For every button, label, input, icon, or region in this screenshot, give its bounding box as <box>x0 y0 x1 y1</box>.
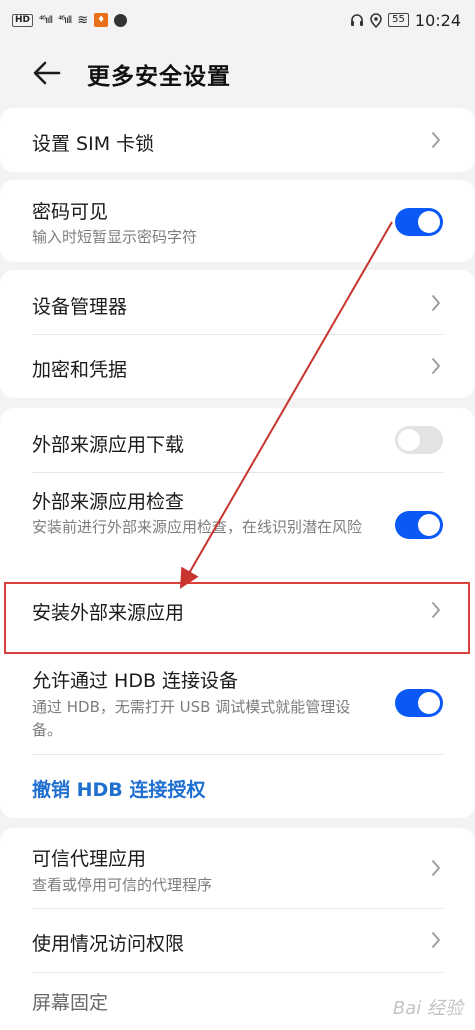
wifi-icon: ≋ <box>77 12 89 28</box>
signal-icon-2: ⁴⁶ııll <box>58 14 72 26</box>
external-check-label: 外部来源应用检查 <box>32 491 185 513</box>
encryption-row[interactable]: 加密和凭据 <box>32 334 475 398</box>
status-right: 55 10:24 <box>350 11 461 30</box>
headset-icon <box>351 14 364 26</box>
page-title: 更多安全设置 <box>87 64 231 90</box>
back-arrow-icon[interactable] <box>32 58 62 88</box>
password-visible-subtitle: 输入时短暂显示密码字符 <box>32 228 198 246</box>
external-download-label: 外部来源应用下载 <box>32 434 185 456</box>
external-check-subtitle: 安装前进行外部来源应用检查，在线识别潜在风险 <box>32 518 363 536</box>
chevron-right-icon <box>432 932 440 948</box>
divider <box>32 754 443 755</box>
hdb-label: 允许通过 HDB 连接设备 <box>32 670 239 692</box>
notification-icon: ♦ <box>94 13 109 27</box>
hdb-toggle[interactable] <box>395 689 443 717</box>
toggle-knob <box>398 429 420 451</box>
usage-access-label: 使用情况访问权限 <box>32 933 185 955</box>
usage-access-row[interactable]: 使用情况访问权限 <box>32 908 475 972</box>
trusted-agents-label: 可信代理应用 <box>32 848 147 870</box>
device-admin-label: 设备管理器 <box>32 296 128 318</box>
status-bar: HD ⁴⁶ııll ⁴⁶ııll ≋ ♦ 55 10:24 <box>0 0 475 40</box>
external-check-row[interactable]: 外部来源应用检查 安装前进行外部来源应用检查，在线识别潜在风险 <box>32 472 475 582</box>
card-sim: 设置 SIM 卡锁 <box>0 108 475 172</box>
trusted-agents-row[interactable]: 可信代理应用 查看或停用可信的代理程序 <box>32 828 475 908</box>
toggle-knob <box>418 514 440 536</box>
external-download-row[interactable]: 外部来源应用下载 <box>32 408 475 472</box>
password-visible-row[interactable]: 密码可见 输入时短暂显示密码字符 <box>32 180 475 262</box>
encryption-label: 加密和凭据 <box>32 359 128 381</box>
watermark: Bai 经验 <box>392 998 463 1019</box>
header: 更多安全设置 <box>0 40 475 106</box>
password-visible-toggle[interactable] <box>395 208 443 236</box>
toggle-knob <box>418 692 440 714</box>
revoke-hdb-link[interactable]: 撤销 HDB 连接授权 <box>32 775 205 802</box>
app-notification-icon <box>114 13 128 27</box>
chevron-right-icon <box>432 295 440 311</box>
chevron-right-icon <box>432 860 440 876</box>
card-device: 设备管理器 加密和凭据 <box>0 270 475 398</box>
screen: HD ⁴⁶ııll ⁴⁶ııll ≋ ♦ 55 10:24 更多安全设置 设置 … <box>0 0 475 1030</box>
card-password: 密码可见 输入时短暂显示密码字符 <box>0 180 475 262</box>
chevron-right-icon <box>432 358 440 374</box>
sim-lock-row[interactable]: 设置 SIM 卡锁 <box>32 108 475 172</box>
password-visible-label: 密码可见 <box>32 201 109 223</box>
highlight-box <box>4 582 470 654</box>
signal-icon-1: ⁴⁶ııll <box>39 14 53 26</box>
hd-badge: HD <box>12 13 34 27</box>
status-left: HD ⁴⁶ııll ⁴⁶ııll ≋ ♦ <box>12 12 128 28</box>
location-icon <box>370 12 382 28</box>
external-download-toggle[interactable] <box>395 426 443 454</box>
screen-pinning-label: 屏幕固定 <box>32 992 109 1014</box>
battery-icon: 55 <box>388 13 409 27</box>
hdb-subtitle: 通过 HDB，无需打开 USB 调试模式就能管理设备。 <box>32 698 351 739</box>
chevron-right-icon <box>432 132 440 148</box>
external-check-toggle[interactable] <box>395 511 443 539</box>
clock: 10:24 <box>414 10 461 30</box>
device-admin-row[interactable]: 设备管理器 <box>32 270 475 334</box>
sim-lock-label: 设置 SIM 卡锁 <box>32 133 155 155</box>
toggle-knob <box>418 211 440 233</box>
hdb-row[interactable]: 允许通过 HDB 连接设备 通过 HDB，无需打开 USB 调试模式就能管理设备… <box>32 654 475 754</box>
trusted-agents-subtitle: 查看或停用可信的代理程序 <box>32 876 213 894</box>
